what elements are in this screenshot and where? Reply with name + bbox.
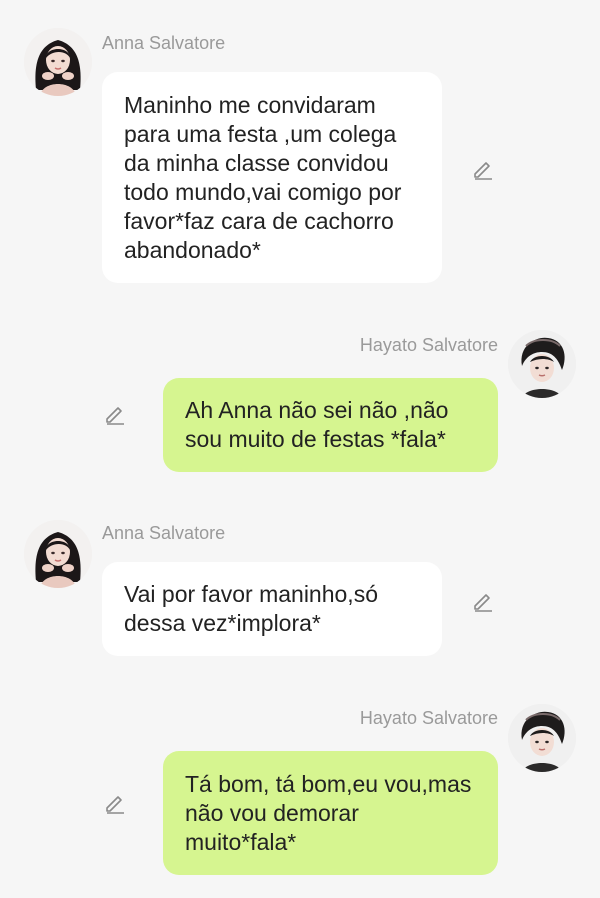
message-row: Hayato Salvatore Ah Anna não sei não ,nã…	[0, 300, 600, 490]
message-text: Vai por favor maninho,só dessa vez*implo…	[124, 581, 378, 636]
anna-avatar-icon	[24, 520, 92, 588]
pencil-edit-icon	[106, 796, 124, 814]
anna-avatar-icon	[24, 28, 92, 96]
sender-name: Anna Salvatore	[102, 523, 226, 543]
hayato-avatar[interactable]	[508, 704, 576, 772]
pencil-edit-icon	[106, 407, 124, 425]
anna-avatar[interactable]	[24, 28, 92, 96]
message-bubble[interactable]: Maninho me convidaram para uma festa ,um…	[102, 72, 442, 283]
hayato-avatar-icon	[508, 330, 576, 398]
chat-thread: Anna Salvatore Maninho me convidaram par…	[0, 0, 600, 898]
anna-avatar[interactable]	[24, 520, 92, 588]
sender-name: Hayato Salvatore	[359, 708, 498, 728]
message-row: Anna Salvatore Maninho me convidaram par…	[0, 0, 600, 300]
message-text: Tá bom, tá bom,eu vou,mas não vou demora…	[185, 770, 472, 855]
message-text: Ah Anna não sei não ,não sou muito de fe…	[185, 397, 449, 452]
message-bubble[interactable]: Ah Anna não sei não ,não sou muito de fe…	[163, 378, 498, 472]
edit-message-button[interactable]	[471, 589, 495, 613]
edit-message-button[interactable]	[103, 791, 127, 815]
hayato-avatar[interactable]	[508, 330, 576, 398]
sender-name: Anna Salvatore	[102, 33, 226, 53]
message-row: Anna Salvatore Vai por favor maninho,só …	[0, 490, 600, 680]
sender-name: Hayato Salvatore	[359, 335, 498, 355]
message-bubble[interactable]: Vai por favor maninho,só dessa vez*implo…	[102, 562, 442, 656]
hayato-avatar-icon	[508, 704, 576, 772]
message-bubble[interactable]: Tá bom, tá bom,eu vou,mas não vou demora…	[163, 751, 498, 875]
edit-message-button[interactable]	[471, 157, 495, 181]
edit-message-button[interactable]	[103, 402, 127, 426]
message-row: Hayato Salvatore Tá bom, tá bom,eu vou,m…	[0, 680, 600, 898]
pencil-edit-icon	[474, 594, 492, 612]
pencil-edit-icon	[474, 162, 492, 180]
message-text: Maninho me convidaram para uma festa ,um…	[124, 91, 402, 263]
